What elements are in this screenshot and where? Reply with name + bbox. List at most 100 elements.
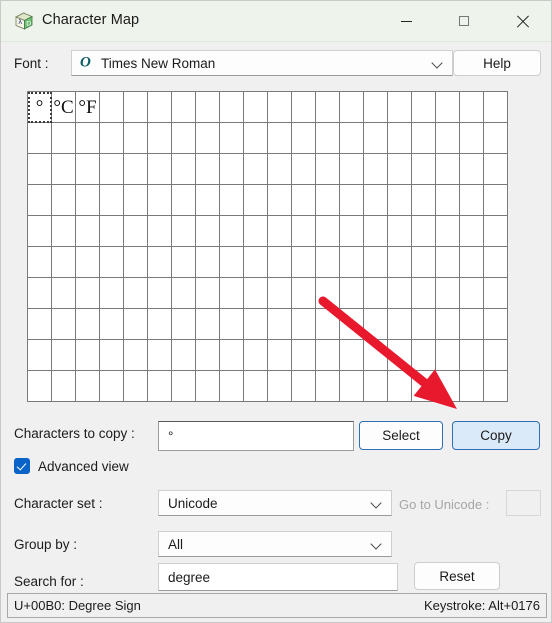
character-cell[interactable] [220, 278, 244, 309]
character-cell[interactable] [124, 340, 148, 371]
character-cell[interactable] [412, 92, 436, 123]
character-cell[interactable] [244, 247, 268, 278]
character-cell[interactable] [412, 340, 436, 371]
character-cell[interactable] [148, 247, 172, 278]
character-cell[interactable] [220, 371, 244, 402]
character-cell[interactable] [220, 247, 244, 278]
character-cell[interactable] [388, 123, 412, 154]
character-cell[interactable] [436, 371, 460, 402]
character-cell[interactable] [124, 92, 148, 123]
character-cell[interactable] [124, 154, 148, 185]
character-cell[interactable] [436, 309, 460, 340]
character-cell[interactable] [244, 340, 268, 371]
character-cell[interactable] [484, 247, 508, 278]
character-cell[interactable] [196, 278, 220, 309]
character-cell[interactable] [484, 340, 508, 371]
character-cell[interactable] [436, 185, 460, 216]
character-cell[interactable] [484, 278, 508, 309]
character-cell[interactable] [340, 123, 364, 154]
character-cell[interactable] [196, 92, 220, 123]
font-combobox[interactable]: O Times New Roman [71, 50, 453, 76]
character-cell[interactable] [436, 123, 460, 154]
character-cell[interactable] [124, 371, 148, 402]
character-cell[interactable] [268, 309, 292, 340]
character-cell[interactable] [460, 216, 484, 247]
character-cell[interactable] [268, 92, 292, 123]
character-cell[interactable] [388, 278, 412, 309]
character-cell[interactable] [460, 185, 484, 216]
character-cell[interactable] [412, 247, 436, 278]
character-cell[interactable] [364, 92, 388, 123]
character-cell[interactable] [412, 216, 436, 247]
character-cell[interactable] [340, 278, 364, 309]
character-cell[interactable]: ° [28, 92, 52, 123]
character-cell[interactable] [28, 216, 52, 247]
character-cell[interactable] [100, 185, 124, 216]
character-cell[interactable] [316, 309, 340, 340]
character-cell[interactable] [292, 340, 316, 371]
character-cell[interactable] [316, 340, 340, 371]
character-cell[interactable] [172, 309, 196, 340]
character-cell[interactable] [172, 247, 196, 278]
character-cell[interactable] [148, 216, 172, 247]
character-cell[interactable] [28, 340, 52, 371]
character-cell[interactable] [196, 123, 220, 154]
character-cell[interactable] [148, 123, 172, 154]
character-cell[interactable] [100, 92, 124, 123]
character-cell[interactable] [100, 278, 124, 309]
character-cell[interactable] [220, 309, 244, 340]
character-cell[interactable] [244, 371, 268, 402]
character-cell[interactable] [412, 309, 436, 340]
character-cell[interactable] [28, 123, 52, 154]
character-cell[interactable] [196, 185, 220, 216]
character-cell[interactable] [268, 247, 292, 278]
character-cell[interactable] [436, 154, 460, 185]
character-cell[interactable] [316, 154, 340, 185]
character-cell[interactable] [268, 123, 292, 154]
character-cell[interactable] [52, 185, 76, 216]
character-cell[interactable] [220, 216, 244, 247]
character-cell[interactable] [340, 371, 364, 402]
character-cell[interactable] [148, 340, 172, 371]
character-cell[interactable] [148, 309, 172, 340]
character-cell[interactable] [196, 340, 220, 371]
character-cell[interactable] [292, 185, 316, 216]
character-cell[interactable] [196, 371, 220, 402]
character-cell[interactable] [292, 371, 316, 402]
character-cell[interactable] [28, 278, 52, 309]
character-cell[interactable] [460, 340, 484, 371]
character-cell[interactable] [148, 185, 172, 216]
character-cell[interactable] [124, 185, 148, 216]
character-cell[interactable] [172, 340, 196, 371]
go-to-unicode-input[interactable] [506, 490, 541, 516]
character-cell[interactable] [460, 154, 484, 185]
character-cell[interactable] [460, 278, 484, 309]
character-cell[interactable]: °C [52, 92, 76, 123]
character-cell[interactable] [292, 278, 316, 309]
character-cell[interactable] [124, 216, 148, 247]
character-cell[interactable] [244, 309, 268, 340]
character-cell[interactable] [364, 340, 388, 371]
character-cell[interactable] [268, 340, 292, 371]
character-cell[interactable] [148, 92, 172, 123]
character-cell[interactable] [364, 278, 388, 309]
character-cell[interactable] [244, 278, 268, 309]
character-cell[interactable] [52, 216, 76, 247]
character-cell[interactable] [244, 216, 268, 247]
character-cell[interactable] [436, 216, 460, 247]
character-cell[interactable] [436, 247, 460, 278]
character-cell[interactable] [388, 92, 412, 123]
character-cell[interactable] [172, 216, 196, 247]
group-by-combobox[interactable]: All [158, 531, 392, 557]
character-cell[interactable] [316, 216, 340, 247]
character-cell[interactable] [388, 154, 412, 185]
copy-button[interactable]: Copy [452, 421, 540, 450]
character-cell[interactable] [316, 185, 340, 216]
character-cell[interactable] [364, 309, 388, 340]
character-cell[interactable] [196, 247, 220, 278]
character-cell[interactable] [268, 278, 292, 309]
character-cell[interactable] [388, 309, 412, 340]
help-button[interactable]: Help [453, 50, 541, 76]
character-cell[interactable] [220, 123, 244, 154]
character-cell[interactable] [148, 278, 172, 309]
